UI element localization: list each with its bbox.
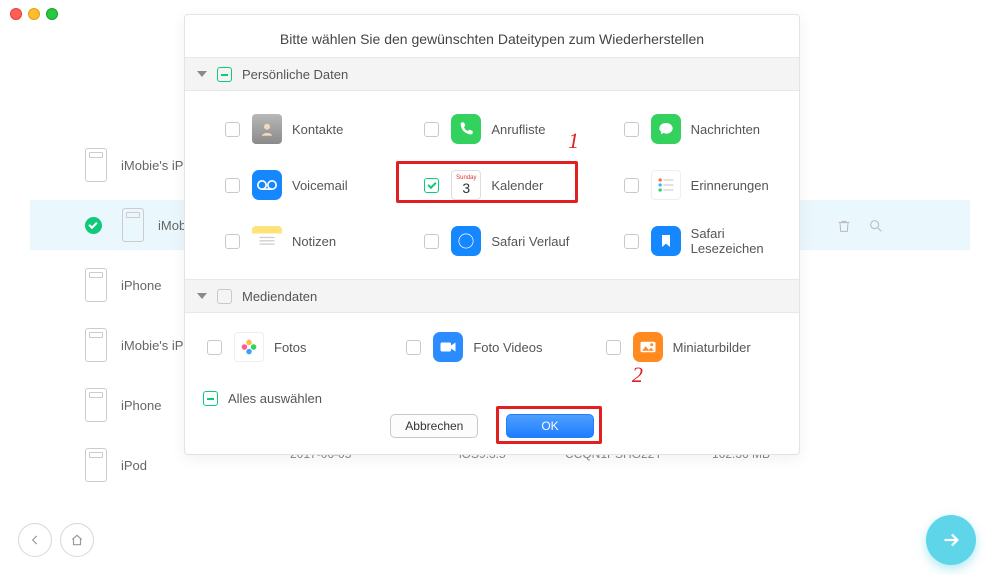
item-label: Notizen (292, 234, 336, 249)
item-label: Nachrichten (691, 122, 760, 137)
select-all-checkbox[interactable] (203, 391, 218, 406)
select-all-label: Alles auswählen (228, 391, 322, 406)
voicemail-icon (252, 170, 282, 200)
section-personal[interactable]: Persönliche Daten (185, 57, 799, 91)
minimize-icon[interactable] (28, 8, 40, 20)
contacts-icon (252, 114, 282, 144)
checkbox[interactable] (624, 178, 639, 193)
section-media[interactable]: Mediendaten (185, 279, 799, 313)
zoom-icon[interactable] (46, 8, 58, 20)
item-photovideos[interactable]: Foto Videos (392, 319, 591, 375)
section-label: Mediendaten (242, 289, 317, 304)
item-label: Anrufliste (491, 122, 545, 137)
device-icon (122, 208, 144, 242)
annotation-2: 2 (632, 362, 643, 388)
home-button[interactable] (60, 523, 94, 557)
item-label: Fotos (274, 340, 307, 355)
checkbox[interactable] (624, 234, 639, 249)
checkbox-checked[interactable] (424, 178, 439, 193)
item-reminders[interactable]: Erinnerungen (592, 157, 791, 213)
item-contacts[interactable]: Kontakte (193, 101, 392, 157)
image-icon (633, 332, 663, 362)
checkbox[interactable] (606, 340, 621, 355)
safari-icon (451, 226, 481, 256)
checkbox[interactable] (207, 340, 222, 355)
checkbox[interactable] (225, 234, 240, 249)
dialog-title: Bitte wählen Sie den gewünschten Dateity… (185, 15, 799, 57)
selected-check-icon (85, 217, 102, 234)
device-icon (85, 448, 107, 482)
item-calllog[interactable]: Anrufliste (392, 101, 591, 157)
item-label: Voicemail (292, 178, 348, 193)
annotation-box-2 (496, 406, 602, 444)
item-label: Foto Videos (473, 340, 542, 355)
messages-icon (651, 114, 681, 144)
checkbox[interactable] (424, 234, 439, 249)
device-icon (85, 148, 107, 182)
device-label: iPhone (121, 278, 161, 293)
item-label: Safari Lesezeichen (691, 226, 791, 256)
search-icon[interactable] (868, 218, 884, 234)
device-label: iPod (121, 458, 147, 473)
video-icon (433, 332, 463, 362)
device-label: iMobie's iPh (121, 158, 191, 173)
device-icon (85, 388, 107, 422)
bookmark-icon (651, 226, 681, 256)
chevron-down-icon (197, 293, 207, 299)
reminders-icon (651, 170, 681, 200)
close-icon[interactable] (10, 8, 22, 20)
item-photos[interactable]: Fotos (193, 319, 392, 375)
ok-button-wrap: OK (506, 414, 593, 438)
item-safari-bookmarks[interactable]: Safari Lesezeichen (592, 213, 791, 269)
item-notes[interactable]: Notizen (193, 213, 392, 269)
row-tools (836, 218, 884, 234)
section-label: Persönliche Daten (242, 67, 348, 82)
section-personal-checkbox[interactable] (217, 67, 232, 82)
section-media-checkbox[interactable] (217, 289, 232, 304)
device-icon (85, 268, 107, 302)
checkbox[interactable] (225, 178, 240, 193)
phone-icon (451, 114, 481, 144)
photos-icon (234, 332, 264, 362)
item-safari-history[interactable]: Safari Verlauf (392, 213, 591, 269)
back-button[interactable] (18, 523, 52, 557)
nav-controls (18, 523, 94, 557)
device-label: iMobie's iPh (121, 338, 191, 353)
window-controls[interactable] (10, 8, 58, 20)
item-voicemail[interactable]: Voicemail (193, 157, 392, 213)
trash-icon[interactable] (836, 218, 852, 234)
annotation-1: 1 (568, 128, 579, 154)
checkbox[interactable] (406, 340, 421, 355)
item-label: Kontakte (292, 122, 343, 137)
item-label: Safari Verlauf (491, 234, 569, 249)
item-label: Miniaturbilder (673, 340, 751, 355)
notes-icon (252, 226, 282, 256)
device-icon (85, 328, 107, 362)
item-thumbnails[interactable]: Miniaturbilder (592, 319, 791, 375)
item-label: Erinnerungen (691, 178, 769, 193)
cancel-button[interactable]: Abbrechen (390, 414, 478, 438)
next-button[interactable] (926, 515, 976, 565)
datatype-dialog: Bitte wählen Sie den gewünschten Dateity… (184, 14, 800, 455)
checkbox[interactable] (225, 122, 240, 137)
item-messages[interactable]: Nachrichten (592, 101, 791, 157)
select-all[interactable]: Alles auswählen (203, 391, 322, 406)
item-calendar[interactable]: Sunday3 Kalender (392, 157, 591, 213)
checkbox[interactable] (424, 122, 439, 137)
checkbox[interactable] (624, 122, 639, 137)
device-label: iPhone (121, 398, 161, 413)
chevron-down-icon (197, 71, 207, 77)
